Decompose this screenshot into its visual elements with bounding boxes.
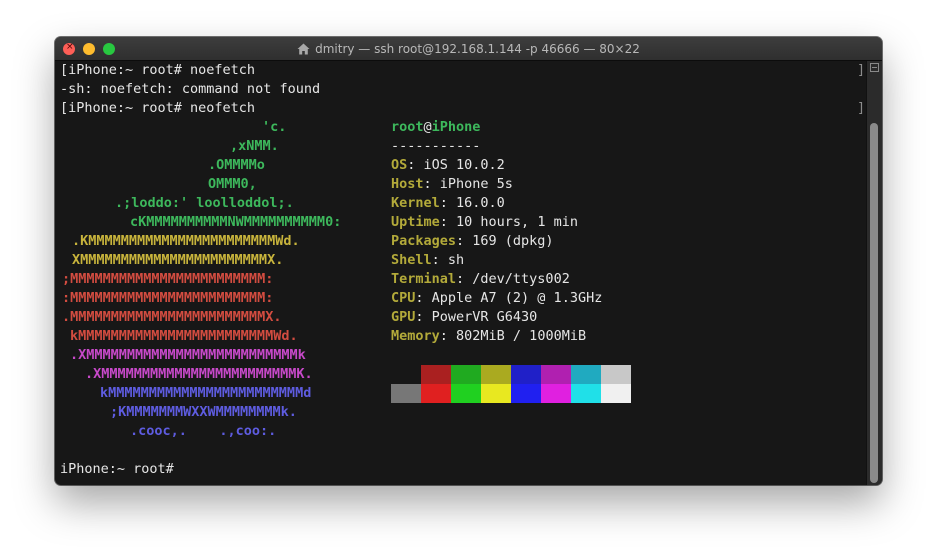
color-swatch: [601, 365, 631, 384]
at-sign: @: [423, 119, 432, 135]
info-value: : sh: [431, 252, 465, 268]
logo-art-line: ;MMMMMMMMMMMMMMMMMMMMMMMM:: [62, 271, 274, 287]
info-key: OS: [391, 157, 408, 173]
user-host: root@iPhone: [391, 118, 480, 137]
terminal-window: × dmitry — ssh root@192.168.1.144 -p 466…: [55, 37, 882, 485]
info-field-cpu: CPU: Apple A7 (2) @ 1.3GHz: [391, 289, 602, 308]
info-key: Terminal: [391, 271, 457, 287]
color-swatch: [451, 384, 481, 403]
info-key: Kernel: [391, 195, 440, 211]
logo-art-line: .KMMMMMMMMMMMMMMMMMMMMMMMWd.: [72, 233, 300, 249]
info-value: : 169 (dpkg): [456, 233, 554, 249]
info-key: GPU: [391, 309, 416, 325]
logo-art-line: .;loddo:' loolloddol;.: [115, 195, 294, 211]
color-swatch: [481, 384, 511, 403]
color-swatch: [541, 384, 571, 403]
info-field-host: Host: iPhone 5s: [391, 175, 513, 194]
color-swatch: [451, 365, 481, 384]
line-marker: ]: [857, 62, 866, 78]
logo-art-line: ;KMMMMMMMWXXWMMMMMMMMk.: [110, 404, 297, 420]
scrollbar-top-button[interactable]: [870, 63, 879, 72]
color-swatch: [511, 365, 541, 384]
logo-art-line: cKMMMMMMMMMMNWMMMMMMMMMM0:: [130, 214, 342, 230]
info-value: : PowerVR G6430: [415, 309, 538, 325]
hostname: iPhone: [431, 119, 481, 135]
logo-art-line: kMMMMMMMMMMMMMMMMMMMMMMMMWd.: [70, 328, 298, 344]
color-swatch: [391, 365, 421, 384]
logo-art-line: .XMMMMMMMMMMMMMMMMMMMMMMMMK.: [85, 366, 313, 382]
logo-art-line: .cooc,. .,coo:.: [130, 423, 277, 439]
info-separator: -----------: [391, 138, 481, 154]
info-key: Shell: [391, 252, 432, 268]
color-swatch: [421, 384, 451, 403]
color-swatch: [391, 384, 421, 403]
color-swatch: [541, 365, 571, 384]
scrollbar[interactable]: [866, 61, 882, 485]
info-field-uptime: Uptime: 10 hours, 1 min: [391, 213, 578, 232]
info-field-memory: Memory: 802MiB / 1000MiB: [391, 327, 586, 346]
terminal-line: -sh: noefetch: command not found: [60, 81, 321, 97]
color-swatch: [511, 384, 541, 403]
logo-art-line: .MMMMMMMMMMMMMMMMMMMMMMMMX.: [62, 309, 282, 325]
logo-art-line: XMMMMMMMMMMMMMMMMMMMMMMMX.: [72, 252, 284, 268]
info-key: Host: [391, 176, 424, 192]
info-value: : iOS 10.0.2: [407, 157, 505, 173]
logo-art-line: kMMMMMMMMMMMMMMMMMMMMMMMMd: [100, 385, 312, 401]
title-bar: × dmitry — ssh root@192.168.1.144 -p 466…: [55, 37, 882, 61]
info-key: Uptime: [391, 214, 440, 230]
color-swatch: [481, 365, 511, 384]
color-swatch: [571, 384, 601, 403]
home-icon: [297, 43, 310, 54]
scrollbar-thumb[interactable]: [870, 123, 878, 483]
logo-art-line: ,xNMM.: [230, 138, 279, 154]
color-swatch: [601, 384, 631, 403]
info-value: : iPhone 5s: [423, 176, 513, 192]
line-marker: ]: [857, 100, 866, 116]
info-field-os: OS: iOS 10.0.2: [391, 156, 505, 175]
color-swatch: [571, 365, 601, 384]
info-field-shell: Shell: sh: [391, 251, 464, 270]
logo-art-line: :MMMMMMMMMMMMMMMMMMMMMMMM:: [62, 290, 274, 306]
info-value: : /dev/ttys002: [456, 271, 570, 287]
info-field-terminal: Terminal: /dev/ttys002: [391, 270, 570, 289]
info-field-kernel: Kernel: 16.0.0: [391, 194, 505, 213]
info-key: Packages: [391, 233, 457, 249]
logo-art-line: OMMM0,: [208, 176, 257, 192]
info-value: : 10 hours, 1 min: [439, 214, 578, 230]
info-field-packages: Packages: 169 (dpkg): [391, 232, 554, 251]
terminal-line: [iPhone:~ root# neofetch: [60, 100, 256, 116]
info-value: : 802MiB / 1000MiB: [439, 328, 587, 344]
terminal-line: [iPhone:~ root# noefetch: [60, 62, 256, 78]
logo-art-line: .XMMMMMMMMMMMMMMMMMMMMMMMMMMk: [70, 347, 306, 363]
username: root: [391, 119, 424, 135]
info-key: CPU: [391, 290, 416, 306]
info-field-gpu: GPU: PowerVR G6430: [391, 308, 537, 327]
window-title: dmitry — ssh root@192.168.1.144 -p 46666…: [315, 41, 640, 56]
shell-prompt: iPhone:~ root#: [60, 461, 182, 477]
color-swatch: [421, 365, 451, 384]
info-value: : 16.0.0: [439, 195, 505, 211]
info-key: Memory: [391, 328, 440, 344]
info-value: : Apple A7 (2) @ 1.3GHz: [415, 290, 603, 306]
logo-art-line: 'c.: [262, 119, 287, 135]
terminal-content[interactable]: [iPhone:~ root# noefetch -sh: noefetch: c…: [55, 61, 867, 485]
logo-art-line: .OMMMMo: [208, 157, 265, 173]
